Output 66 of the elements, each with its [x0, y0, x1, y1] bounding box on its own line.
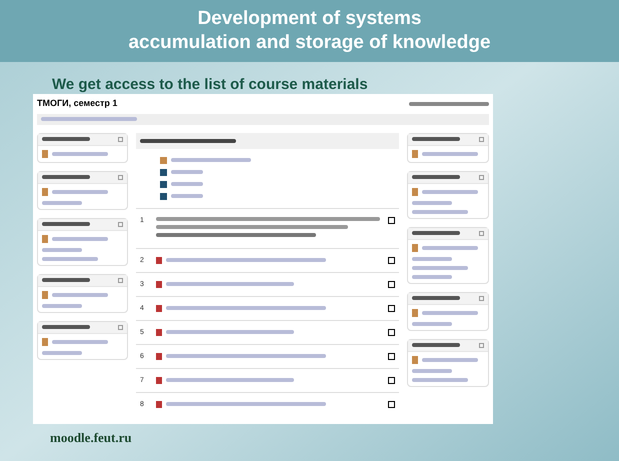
blurred-text-bar [42, 200, 82, 204]
blurred-text-bar [42, 248, 82, 252]
blurred-text-bar [412, 210, 468, 214]
checkbox[interactable] [388, 352, 396, 360]
blurred-text-bar [412, 368, 452, 372]
document-icon [156, 256, 162, 264]
checkbox[interactable] [388, 328, 396, 336]
blurred-text-bar [412, 175, 460, 179]
checkbox[interactable] [388, 304, 396, 312]
collapse-icon[interactable] [479, 136, 484, 142]
blurred-text-bar [42, 350, 82, 354]
collapse-icon[interactable] [118, 278, 124, 282]
checkbox[interactable] [388, 376, 396, 384]
blurred-text-bar [422, 152, 478, 156]
slide-title: Development of systems [198, 7, 422, 31]
document-icon [156, 328, 162, 336]
blurred-text-bar [52, 340, 108, 344]
collapse-icon[interactable] [479, 230, 484, 236]
blurred-text-bar [52, 236, 108, 240]
collapse-icon[interactable] [118, 324, 124, 330]
collapse-icon[interactable] [118, 174, 124, 180]
blurred-text-bar [422, 190, 478, 194]
blurred-text-bar [422, 310, 478, 314]
blurred-text-bar [412, 266, 468, 270]
blurred-text-bar [42, 175, 90, 179]
document-icon [156, 376, 162, 384]
collapse-icon[interactable] [479, 342, 484, 348]
blurred-text-bar [412, 231, 460, 235]
blurred-text-bar [52, 292, 108, 296]
document-icon [156, 280, 162, 288]
blurred-text-bar [42, 256, 98, 260]
blurred-text-bar [52, 152, 108, 156]
blurred-text-bar [412, 343, 460, 347]
course-title: ТМОГИ, семестр 1 [37, 97, 118, 110]
blurred-text-bar [52, 190, 108, 194]
checkbox[interactable] [388, 400, 396, 408]
blurred-text-bar [171, 194, 204, 198]
checkbox[interactable] [388, 216, 396, 224]
blurred-text-bar [412, 322, 452, 326]
blurred-text-bar [412, 378, 468, 382]
blurred-text-bar [42, 304, 82, 308]
blurred-text-bar [42, 325, 90, 329]
slide-title: accumulation and storage of knowledge [128, 31, 491, 55]
blurred-text-bar [412, 137, 460, 141]
blurred-text-bar [42, 137, 90, 141]
collapse-icon[interactable] [479, 296, 484, 300]
blurred-text-bar [171, 182, 204, 186]
blurred-text-bar [412, 274, 452, 278]
blurred-text-bar [42, 278, 90, 282]
blurred-text-bar [422, 246, 478, 250]
blurred-text-bar [412, 296, 460, 300]
document-icon [156, 352, 162, 360]
checkbox[interactable] [388, 280, 396, 288]
collapse-icon[interactable] [479, 174, 484, 180]
blurred-text-bar [171, 170, 204, 174]
blurred-text-bar [412, 200, 452, 204]
collapse-icon[interactable] [118, 136, 124, 142]
checkbox[interactable] [388, 256, 396, 264]
collapse-icon[interactable] [118, 222, 124, 226]
slide-footer: moodle.feut.ru [50, 428, 619, 448]
slide-subtitle: We get access to the list of course materials [52, 76, 369, 94]
blurred-text-bar [412, 256, 452, 260]
blurred-text-bar [422, 358, 478, 362]
document-icon [156, 304, 162, 312]
blurred-text-bar [42, 222, 90, 226]
document-icon [156, 400, 162, 408]
